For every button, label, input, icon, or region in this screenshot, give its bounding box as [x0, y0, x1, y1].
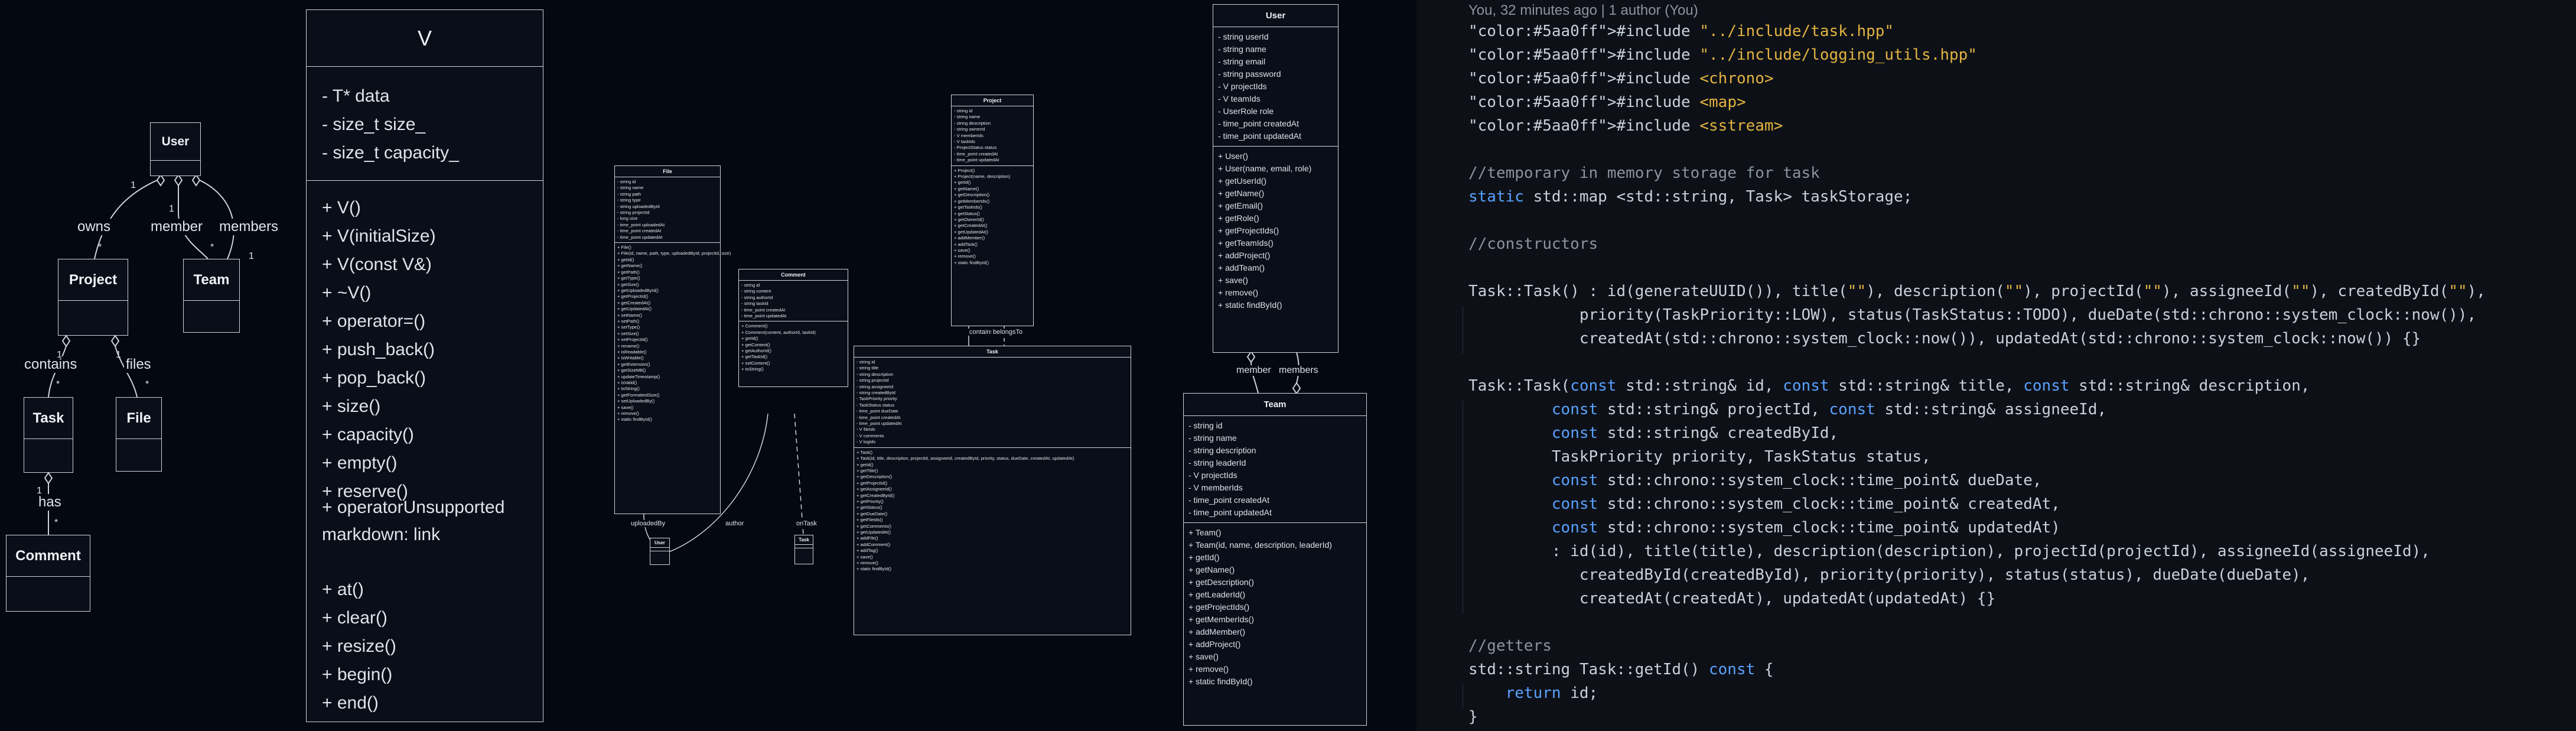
method: + getName() — [1218, 189, 1265, 198]
code-line[interactable]: Task::Task() : id(generateUUID()), title… — [1468, 282, 2486, 300]
method: + getProjectIds() — [1188, 602, 1250, 612]
method: + remove() — [1218, 288, 1259, 297]
method: + addProject() — [1188, 639, 1241, 649]
code-line[interactable]: "color:#5aa0ff">#include <map> — [1468, 93, 1746, 111]
class-user-detail-methods: + User() + User(name, email, role) + getUs… — [1213, 147, 1338, 315]
code-line[interactable]: priority(TaskPriority::LOW), status(Task… — [1468, 306, 2476, 324]
attribute: - string description — [1188, 446, 1256, 455]
code-line[interactable]: TaskPriority priority, TaskStatus status… — [1468, 448, 1931, 466]
method: + User() — [1218, 151, 1248, 161]
method: + getTeamIds() — [1218, 238, 1274, 248]
method: + static findById() — [1218, 300, 1282, 310]
attribute: - string userId — [1218, 32, 1269, 41]
attribute: - string id — [1188, 421, 1223, 430]
code-line[interactable]: "color:#5aa0ff">#include <sstream> — [1468, 117, 1783, 135]
method: + Team() — [1188, 528, 1222, 537]
class-team-detail: Team - string id - string name - string de… — [1183, 393, 1367, 726]
code-line[interactable]: const std::chrono::system_clock::time_po… — [1468, 472, 2042, 489]
method: + getMemberIds() — [1188, 615, 1254, 624]
code-line[interactable]: : id(id), title(title), description(desc… — [1468, 542, 2430, 560]
attribute: - time_point createdAt — [1188, 495, 1269, 505]
attribute: - V projectIds — [1188, 470, 1237, 480]
code-line[interactable]: //temporary in memory storage for task — [1468, 164, 1820, 182]
method: + getProjectIds() — [1218, 226, 1279, 235]
attribute: - string name — [1188, 433, 1237, 443]
method: + User(name, email, role) — [1218, 164, 1312, 173]
class-user-detail-attributes: - string userId - string name - string ema… — [1213, 27, 1338, 147]
code-line[interactable]: "color:#5aa0ff">#include <chrono> — [1468, 70, 1774, 87]
class-team-detail-methods: + Team() + Team(id, name, description, le… — [1184, 523, 1366, 691]
code-line[interactable]: const std::string& projectId, const std:… — [1468, 401, 2106, 418]
attribute: - UserRole role — [1218, 106, 1274, 116]
attribute: - time_point updatedAt — [1188, 508, 1272, 517]
attribute: - string leaderId — [1188, 458, 1246, 467]
method: + getDescription() — [1188, 577, 1254, 587]
code-line[interactable]: const std::chrono::system_clock::time_po… — [1468, 495, 2060, 513]
attribute: - time_point updatedAt — [1218, 131, 1301, 141]
code-line[interactable]: std::string Task::getId() const { — [1468, 661, 1774, 678]
code-line[interactable]: Task::Task(const std::string& id, const … — [1468, 377, 2310, 395]
method: + addProject() — [1218, 251, 1271, 260]
code-line[interactable]: return id; — [1468, 684, 1598, 702]
class-user-detail: User - string userId - string name - strin… — [1213, 4, 1339, 353]
code-line[interactable]: const std::chrono::system_clock::time_po… — [1468, 519, 2060, 537]
attribute: - V memberIds — [1188, 483, 1243, 492]
method: + getEmail() — [1218, 201, 1263, 210]
code-editor[interactable]: You, 32 minutes ago | 1 author (You) "co… — [1416, 0, 2576, 731]
method: + Team(id, name, description, leaderId) — [1188, 540, 1332, 550]
code-line[interactable]: createdAt(createdAt), updatedAt(updatedA… — [1468, 590, 1995, 607]
method: + addTeam() — [1218, 263, 1265, 272]
code-line[interactable]: const std::string& createdById, — [1468, 424, 1838, 442]
code-line[interactable]: //constructors — [1468, 235, 1598, 253]
attribute: - string name — [1218, 44, 1266, 54]
class-team-detail-attributes: - string id - string name - string descrip… — [1184, 416, 1366, 523]
attribute: - string email — [1218, 57, 1266, 66]
method: + getId() — [1188, 553, 1220, 562]
attribute: - V teamIds — [1218, 94, 1261, 103]
code-line[interactable]: //getters — [1468, 637, 1552, 655]
class-team-detail-name: Team — [1184, 394, 1366, 416]
code-line[interactable]: createdById(createdById), priority(prior… — [1468, 566, 2310, 584]
code-line[interactable]: static std::map <std::string, Task> task… — [1468, 188, 1912, 206]
code-line[interactable]: } — [1468, 708, 1478, 726]
method: + static findById() — [1188, 677, 1253, 686]
attribute: - time_point createdAt — [1218, 119, 1299, 128]
git-blame-annotation[interactable]: You, 32 minutes ago | 1 author (You) — [1468, 2, 1698, 19]
code-line[interactable]: createdAt(std::chrono::system_clock::now… — [1468, 330, 2421, 347]
method: + getName() — [1188, 565, 1235, 574]
relation-label-members: members — [1277, 365, 1320, 376]
method: + save() — [1188, 652, 1219, 661]
aggregation-diamond — [1292, 382, 1301, 395]
attribute: - string password — [1218, 69, 1281, 79]
relation-label-member: member — [1235, 365, 1273, 376]
method: + addMember() — [1188, 627, 1246, 636]
method: + getLeaderId() — [1188, 590, 1246, 599]
method: + save() — [1218, 275, 1248, 285]
code-line[interactable]: "color:#5aa0ff">#include "../include/log… — [1468, 46, 1977, 64]
aggregation-diamond — [1246, 350, 1256, 363]
attribute: - V projectIds — [1218, 82, 1267, 91]
user-team-connectors — [1246, 350, 1301, 395]
method: + getUserId() — [1218, 176, 1267, 186]
method: + remove() — [1188, 664, 1229, 674]
code-line[interactable]: "color:#5aa0ff">#include "../include/tas… — [1468, 22, 1894, 40]
class-user-detail-name: User — [1213, 5, 1338, 27]
method: + getRole() — [1218, 213, 1259, 223]
